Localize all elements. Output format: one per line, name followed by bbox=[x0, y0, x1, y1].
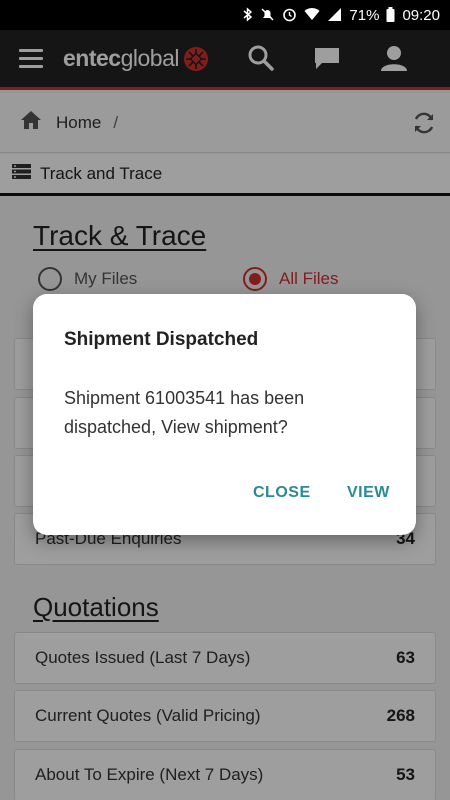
close-button[interactable]: CLOSE bbox=[253, 484, 311, 502]
dialog-message: Shipment 61003541 has been dispatched, V… bbox=[64, 388, 305, 437]
status-bar: 71% 09:20 bbox=[0, 0, 450, 30]
view-button[interactable]: VIEW bbox=[347, 484, 390, 502]
dialog-title: Shipment Dispatched bbox=[64, 329, 259, 350]
battery-icon bbox=[386, 6, 395, 24]
clock: 09:20 bbox=[402, 6, 440, 24]
mute-icon bbox=[260, 7, 275, 24]
alarm-icon bbox=[282, 7, 297, 24]
wifi-icon bbox=[304, 7, 320, 23]
battery-percent: 71% bbox=[349, 6, 380, 24]
signal-icon bbox=[327, 7, 342, 23]
shipment-dialog: Shipment Dispatched Shipment 61003541 ha… bbox=[33, 294, 416, 535]
bluetooth-icon bbox=[243, 6, 253, 24]
